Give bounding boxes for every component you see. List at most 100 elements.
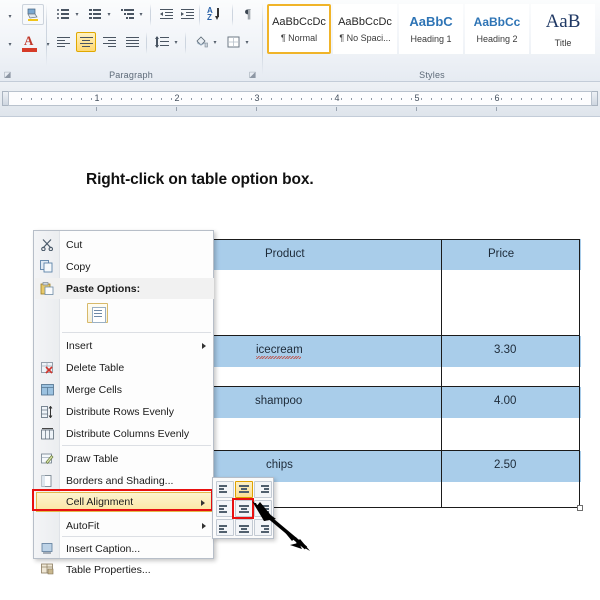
menu-item-insert-caption[interactable]: Insert Caption... xyxy=(35,538,214,559)
ruler-number: 4 xyxy=(334,93,340,103)
ruler-lower-tick xyxy=(96,107,97,111)
numbering-caret-icon[interactable]: ▾ xyxy=(104,4,114,24)
sort-button[interactable]: A Z xyxy=(205,4,227,24)
ruler-tick xyxy=(461,98,462,100)
ruler-tick xyxy=(401,98,402,100)
paste-option-keep-source-formatting[interactable] xyxy=(87,303,108,323)
menu-item-label: Distribute Rows Evenly xyxy=(66,405,174,418)
shading-button[interactable] xyxy=(191,32,211,52)
menu-item-cut[interactable]: Cut xyxy=(35,234,214,255)
menu-item-distribute-columns-evenly[interactable]: Distribute Columns Evenly xyxy=(35,423,214,444)
menu-item-paste-options[interactable]: Paste Options: xyxy=(35,278,214,299)
style-heading-1[interactable]: AaBbC Heading 1 xyxy=(399,4,463,54)
ruler-tick xyxy=(291,98,292,100)
cell-price-0: 3.30 xyxy=(494,344,517,356)
menu-item-merge-cells[interactable]: Merge Cells xyxy=(35,379,214,400)
justify-button[interactable] xyxy=(122,32,142,52)
draw-table-icon xyxy=(39,451,55,466)
align-center-button[interactable] xyxy=(76,32,96,52)
style-no-spacing[interactable]: AaBbCcDc ¶ No Spaci... xyxy=(333,4,397,54)
line-spacing-caret-icon[interactable]: ▾ xyxy=(171,32,181,52)
menu-item-copy[interactable]: Copy xyxy=(35,256,214,277)
style-label: ¶ No Spaci... xyxy=(339,32,391,43)
ruler-tick xyxy=(341,98,342,100)
menu-item-borders-and-shading[interactable]: Borders and Shading... xyxy=(35,470,214,491)
ruler-tick xyxy=(211,98,212,100)
ruler-tick xyxy=(471,98,472,100)
spellcheck-squiggle xyxy=(256,356,301,359)
borders-caret-icon[interactable]: ▾ xyxy=(242,32,252,52)
ruler-tick xyxy=(251,98,252,100)
ruler-tick xyxy=(281,98,282,100)
font-color-button[interactable]: A xyxy=(20,32,40,54)
menu-item-draw-table[interactable]: Draw Table xyxy=(35,448,214,469)
menu-item-label: AutoFit xyxy=(66,519,100,532)
multilevel-list-caret-icon[interactable]: ▾ xyxy=(136,4,146,24)
align-top-center-button[interactable] xyxy=(235,481,253,498)
horizontal-ruler[interactable]: 1 2 3 4 5 6 xyxy=(0,82,600,117)
ruler-tick xyxy=(131,98,132,100)
style-preview: AaB xyxy=(545,10,581,32)
style-heading-2[interactable]: AaBbCc Heading 2 xyxy=(465,4,529,54)
decrease-indent-button[interactable] xyxy=(156,4,176,24)
ruler-tick xyxy=(491,98,492,100)
ruler-tick xyxy=(391,98,392,100)
bullets-button[interactable] xyxy=(53,4,73,24)
align-left-button[interactable] xyxy=(53,32,73,52)
menu-item-label: Insert Caption... xyxy=(66,542,141,555)
shading-caret-icon[interactable]: ▾ xyxy=(210,32,220,52)
paste-icon xyxy=(39,281,55,296)
cell-product-0: icecream xyxy=(256,344,303,356)
document-page[interactable]: Right-click on table option box. Product… xyxy=(0,117,600,600)
menu-item-autofit[interactable]: AutoFit xyxy=(35,515,214,536)
align-right-button[interactable] xyxy=(99,32,119,52)
ruler-lower-tick xyxy=(416,107,417,111)
paragraph-dialog-launcher[interactable]: ◪ xyxy=(248,70,257,79)
menu-item-delete-table[interactable]: Delete Table xyxy=(35,357,214,378)
font-caret-icon[interactable]: ▾ xyxy=(4,6,16,26)
ruler-tick xyxy=(41,98,42,100)
data-table[interactable]: Product Price icecream 3.30 shampoo 4.00… xyxy=(213,239,584,511)
align-bottom-left-button[interactable] xyxy=(216,519,234,536)
align-top-left-button[interactable] xyxy=(216,481,234,498)
ruler-tick xyxy=(181,98,182,100)
ruler-tick xyxy=(171,98,172,100)
cell-product-1: shampoo xyxy=(255,395,303,407)
menu-item-label: Cut xyxy=(66,238,83,251)
borders-button[interactable] xyxy=(223,32,243,52)
ruler-tick xyxy=(301,98,302,100)
show-formatting-marks-button[interactable]: ¶ xyxy=(238,4,258,24)
menu-item-label: Paste Options: xyxy=(66,282,141,295)
ruler-tick xyxy=(481,98,482,100)
callout-arrow xyxy=(252,501,310,551)
ruler-tick xyxy=(381,98,382,100)
delete-table-icon xyxy=(39,360,55,375)
menu-item-table-properties[interactable]: Table Properties... xyxy=(35,559,214,580)
text-highlight-color-button[interactable] xyxy=(22,4,44,25)
ruler-tick xyxy=(161,98,162,100)
font-color-caret-left-icon[interactable]: ▾ xyxy=(4,34,16,54)
style-title[interactable]: AaB Title xyxy=(531,4,595,54)
ribbon-group-styles: AaBbCcDc ¶ Normal AaBbCcDc ¶ No Spaci...… xyxy=(264,0,600,82)
numbering-button[interactable] xyxy=(85,4,105,24)
ruler-tick xyxy=(51,98,52,100)
align-top-right-button[interactable] xyxy=(254,481,272,498)
ruler-tick xyxy=(511,98,512,100)
increase-indent-button[interactable] xyxy=(177,4,197,24)
ruler-tick xyxy=(541,98,542,100)
table-resize-handle[interactable] xyxy=(577,505,583,511)
ruler-scale[interactable]: 1 2 3 4 5 6 xyxy=(8,91,592,106)
menu-item-distribute-rows-evenly[interactable]: Distribute Rows Evenly xyxy=(35,401,214,422)
line-spacing-button[interactable] xyxy=(152,32,172,52)
menu-item-insert[interactable]: Insert xyxy=(35,335,214,356)
ruler-tick xyxy=(351,98,352,100)
insert-caption-icon xyxy=(39,541,55,556)
scissors-icon xyxy=(39,237,55,252)
style-normal[interactable]: AaBbCcDc ¶ Normal xyxy=(267,4,331,54)
highlighter-icon xyxy=(26,8,38,21)
font-dialog-launcher[interactable]: ◪ xyxy=(3,70,12,79)
ruler-tick xyxy=(371,98,372,100)
multilevel-list-button[interactable] xyxy=(117,4,137,24)
bullets-caret-icon[interactable]: ▾ xyxy=(72,4,82,24)
menu-item-label: Copy xyxy=(66,260,91,273)
